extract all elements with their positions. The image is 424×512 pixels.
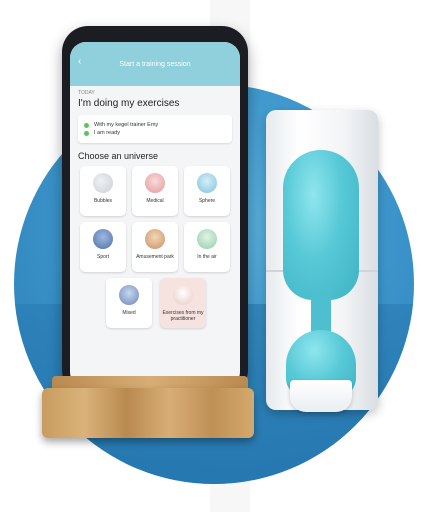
checklist-item: With my kegel trainer Emy bbox=[84, 122, 226, 128]
smartphone: ‹ Start a training session TODAY I'm doi… bbox=[62, 26, 248, 396]
amusement-park-icon bbox=[145, 229, 165, 249]
section-title: Choose an universe bbox=[78, 151, 159, 161]
checklist-card: With my kegel trainer Emy I am ready bbox=[78, 115, 232, 143]
date-label: TODAY bbox=[78, 90, 95, 96]
kegel-trainer-base bbox=[290, 380, 352, 412]
check-dot-icon bbox=[84, 122, 89, 128]
kegel-trainer-top bbox=[283, 150, 359, 300]
bubbles-icon bbox=[93, 173, 113, 193]
header-title: Start a training session bbox=[119, 60, 191, 68]
app-header: ‹ Start a training session bbox=[70, 42, 240, 86]
universe-tile-mixed[interactable]: Mixed bbox=[106, 278, 152, 328]
universe-tile-bubbles[interactable]: Bubbles bbox=[80, 166, 126, 216]
universe-grid-bottom: Mixed Exercises from my practitioner bbox=[106, 278, 240, 328]
universe-tile-sphere[interactable]: Sphere bbox=[184, 166, 230, 216]
universe-tile-practitioner[interactable]: Exercises from my practitioner bbox=[160, 278, 206, 328]
back-arrow-icon[interactable]: ‹ bbox=[78, 56, 81, 67]
in-the-air-icon bbox=[197, 229, 217, 249]
universe-tile-sport[interactable]: Sport bbox=[80, 222, 126, 272]
app-screen: ‹ Start a training session TODAY I'm doi… bbox=[70, 42, 240, 388]
sport-icon bbox=[93, 229, 113, 249]
universe-tile-in-the-air[interactable]: In the air bbox=[184, 222, 230, 272]
universe-tile-medical[interactable]: Medical bbox=[132, 166, 178, 216]
page-heading: I'm doing my exercises bbox=[78, 98, 180, 109]
practitioner-icon bbox=[173, 285, 193, 305]
medical-icon bbox=[145, 173, 165, 193]
check-dot-icon bbox=[84, 130, 89, 136]
mixed-icon bbox=[119, 285, 139, 305]
checklist-item: I am ready bbox=[84, 130, 226, 136]
wooden-phone-stand bbox=[42, 388, 254, 438]
universe-grid: Bubbles Medical Sphere Sport Amusement p… bbox=[80, 166, 240, 272]
universe-tile-amusement-park[interactable]: Amusement park bbox=[132, 222, 178, 272]
sphere-icon bbox=[197, 173, 217, 193]
